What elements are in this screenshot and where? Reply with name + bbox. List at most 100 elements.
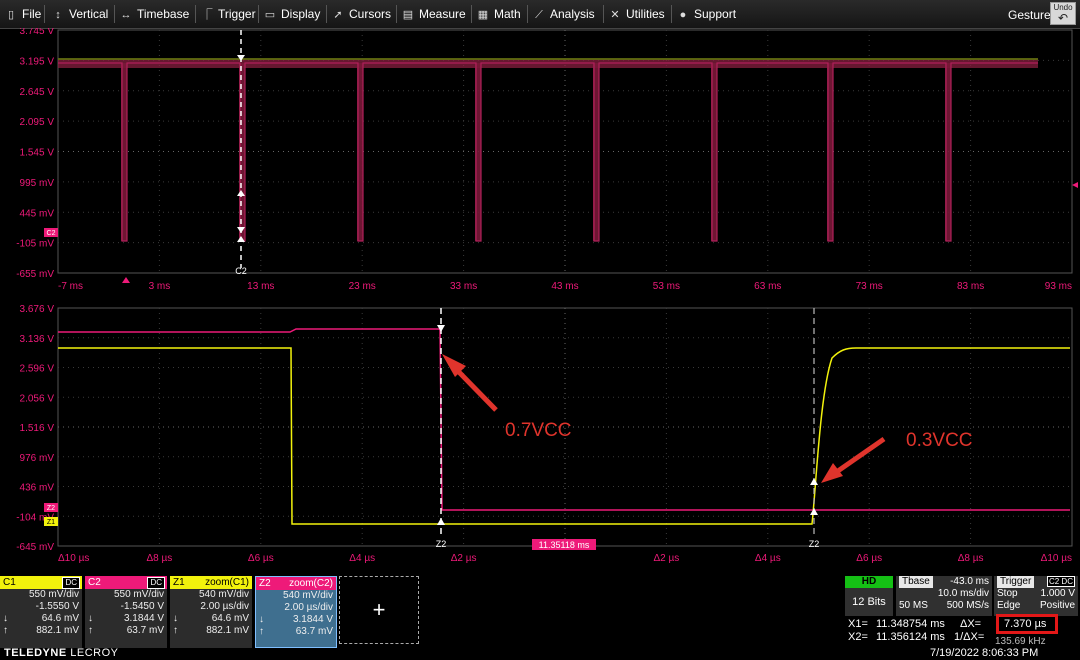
add-trace-button[interactable]: + xyxy=(339,576,419,644)
menu-file[interactable]: ▯ File xyxy=(4,0,41,28)
tile-c2-m2: ↑ 63.7 mV xyxy=(85,625,167,637)
cursor1-label: Z2 xyxy=(436,539,447,549)
y-tick-label: 3.676 V xyxy=(20,304,55,315)
x-tick-label: 53 ms xyxy=(653,281,680,292)
tile-c1-header: C1 DC xyxy=(0,576,82,589)
trigger-panel[interactable]: Trigger C2 DC Stop 1.000 V Edge Positive xyxy=(994,576,1078,616)
bits-readout[interactable]: 12 Bits xyxy=(845,588,893,616)
y-tick-label: 1.516 V xyxy=(20,423,55,434)
undo-button[interactable]: Undo ↶ xyxy=(1050,2,1076,25)
brand-name: TELEDYNE xyxy=(4,647,67,659)
tile-z2-m1: ↓ 3.1844 V xyxy=(256,614,336,626)
tile-c1-offset: -1.5550 V xyxy=(35,601,79,612)
trigger-slope: Positive xyxy=(1039,600,1075,611)
menu-vertical[interactable]: ↕ Vertical xyxy=(51,0,108,28)
y-tick-label: 2.095 V xyxy=(20,117,55,128)
down-arrow-icon: ↓ xyxy=(88,613,93,624)
menu-measure-label: Measure xyxy=(419,7,466,21)
tile-z2-scale: 540 mV/div xyxy=(282,590,333,601)
menu-measure[interactable]: ▤ Measure xyxy=(401,0,466,28)
timebase-label: Tbase xyxy=(899,576,933,588)
x-tick-label: 73 ms xyxy=(856,281,883,292)
y-tick-label: 2.056 V xyxy=(20,393,55,404)
menu-support[interactable]: ● Support xyxy=(676,0,736,28)
menu-cursors[interactable]: ➚ Cursors xyxy=(331,0,391,28)
y-tick-label: -645 mV xyxy=(16,542,54,553)
y-tick-label: 2.645 V xyxy=(20,87,55,98)
tile-z1[interactable]: Z1 zoom(C1) 540 mV/div 2.00 µs/div ↓ 64.6 … xyxy=(170,576,252,648)
trigger-level: 1.000 V xyxy=(1040,588,1075,599)
menu-support-label: Support xyxy=(694,7,737,21)
bottom-cursors[interactable]: Z2 Z2 xyxy=(436,308,820,549)
x-tick-label: Δ10 µs xyxy=(1041,553,1072,564)
delta-x-label: ΔX= xyxy=(960,618,982,630)
inv-delta-x-value: 135.69 kHz xyxy=(995,636,1046,647)
menu-analysis[interactable]: ⟋ Analysis xyxy=(532,0,595,28)
menu-trigger-label: Trigger xyxy=(218,7,256,21)
tile-z2-m2: ↑ 63.7 mV xyxy=(256,626,336,638)
x-tick-label: 83 ms xyxy=(957,281,984,292)
tile-c1[interactable]: C1 DC 550 mV/div -1.5550 V ↓ 64.6 mV ↑ 882.… xyxy=(0,576,82,648)
x-tick-label: Δ2 µs xyxy=(451,553,477,564)
tile-c1-m1-value: 64.6 mV xyxy=(41,613,79,624)
trigger-position-marker xyxy=(122,277,130,283)
cursor-icon: ➚ xyxy=(333,9,343,21)
menu-math[interactable]: ▦ Math xyxy=(476,0,521,28)
cursor-arrow-icon xyxy=(810,508,818,515)
annotation-arrow-2 xyxy=(833,436,886,476)
horizontal-arrows-icon: ↔ xyxy=(120,9,132,21)
tile-z1-m1: ↓ 64.6 mV xyxy=(170,613,252,625)
x-tick-label: Δ6 µs xyxy=(856,553,882,564)
x-tick-label: 93 ms xyxy=(1045,281,1072,292)
y-tick-label: 2.596 V xyxy=(20,364,55,375)
tile-c2-offset: -1.5450 V xyxy=(120,601,164,612)
x-tick-label: Δ8 µs xyxy=(147,553,173,564)
y-tick-label: -655 mV xyxy=(16,269,54,280)
menu-timebase[interactable]: ↔ Timebase xyxy=(119,0,190,28)
tile-c2[interactable]: C2 DC 550 mV/div -1.5450 V ↓ 3.1844 V ↑ 63.… xyxy=(85,576,167,648)
menu-math-label: Math xyxy=(494,7,521,21)
trigger-row-2: Stop 1.000 V xyxy=(994,588,1078,600)
tile-z2[interactable]: Z2 zoom(C2) 540 mV/div 2.00 µs/div ↓ 3.184… xyxy=(255,576,337,648)
annotation-arrow-1 xyxy=(453,366,498,412)
top-trace-c2 xyxy=(58,58,1038,242)
gesture-label[interactable]: Gesture xyxy=(1008,0,1051,28)
tile-c2-name: C2 xyxy=(88,577,101,588)
y-tick-label: 445 mV xyxy=(20,208,55,219)
tile-c1-scale: 550 mV/div xyxy=(28,589,79,600)
tile-z1-scale: 540 mV/div xyxy=(198,589,249,600)
up-arrow-icon: ↑ xyxy=(3,625,8,636)
up-arrow-icon: ↑ xyxy=(259,626,264,637)
y-tick-label: 436 mV xyxy=(20,483,55,494)
menu-trigger[interactable]: ⎾ Trigger xyxy=(200,0,256,28)
bottom-waveform-grid[interactable]: 3.676 V 3.136 V 2.596 V 2.056 V 1.516 V 976 m… xyxy=(0,298,1080,573)
support-icon: ● xyxy=(679,9,687,21)
menu-bar: ▯ File ↕ Vertical ↔ Timebase ⎾ Trigger ▭ Disp… xyxy=(0,0,1080,29)
vertical-arrows-icon: ↕ xyxy=(55,9,61,21)
down-arrow-icon: ↓ xyxy=(3,613,8,624)
trigger-level-marker xyxy=(1072,182,1078,188)
c1-overlap-band xyxy=(58,58,1038,60)
tile-z1-header: Z1 zoom(C1) xyxy=(170,576,252,589)
timebase-delay: -43.0 ms xyxy=(950,576,989,587)
tile-z1-timebase: 2.00 µs/div xyxy=(200,601,249,612)
menu-separator xyxy=(114,5,115,23)
x-tick-label: Δ4 µs xyxy=(349,553,375,564)
y-tick-label: 1.545 V xyxy=(20,148,55,159)
menu-file-label: File xyxy=(22,7,42,21)
analysis-icon: ⟋ xyxy=(535,9,543,21)
menu-utilities-label: Utilities xyxy=(626,7,665,21)
annotations: 0.7VCC 0.3VCC xyxy=(442,354,973,483)
menu-display[interactable]: ▭ Display xyxy=(263,0,321,28)
hd-badge[interactable]: HD xyxy=(845,576,893,588)
timebase-panel[interactable]: Tbase -43.0 ms 10.0 ms/div 50 MS 500 MS/s xyxy=(896,576,992,616)
menu-utilities[interactable]: ✕ Utilities xyxy=(608,0,665,28)
delta-x-highlight-box xyxy=(996,614,1058,634)
menu-separator xyxy=(44,5,45,23)
tile-z2-header: Z2 zoom(C2) xyxy=(256,577,336,590)
menu-separator xyxy=(671,5,672,23)
top-waveform-grid[interactable]: 3.745 V 3.195 V 2.645 V 2.095 V 1.545 V 995 m… xyxy=(0,28,1080,298)
z2-ground-marker-label: Z2 xyxy=(47,505,55,512)
tile-c1-name: C1 xyxy=(3,577,16,588)
menu-separator xyxy=(471,5,472,23)
